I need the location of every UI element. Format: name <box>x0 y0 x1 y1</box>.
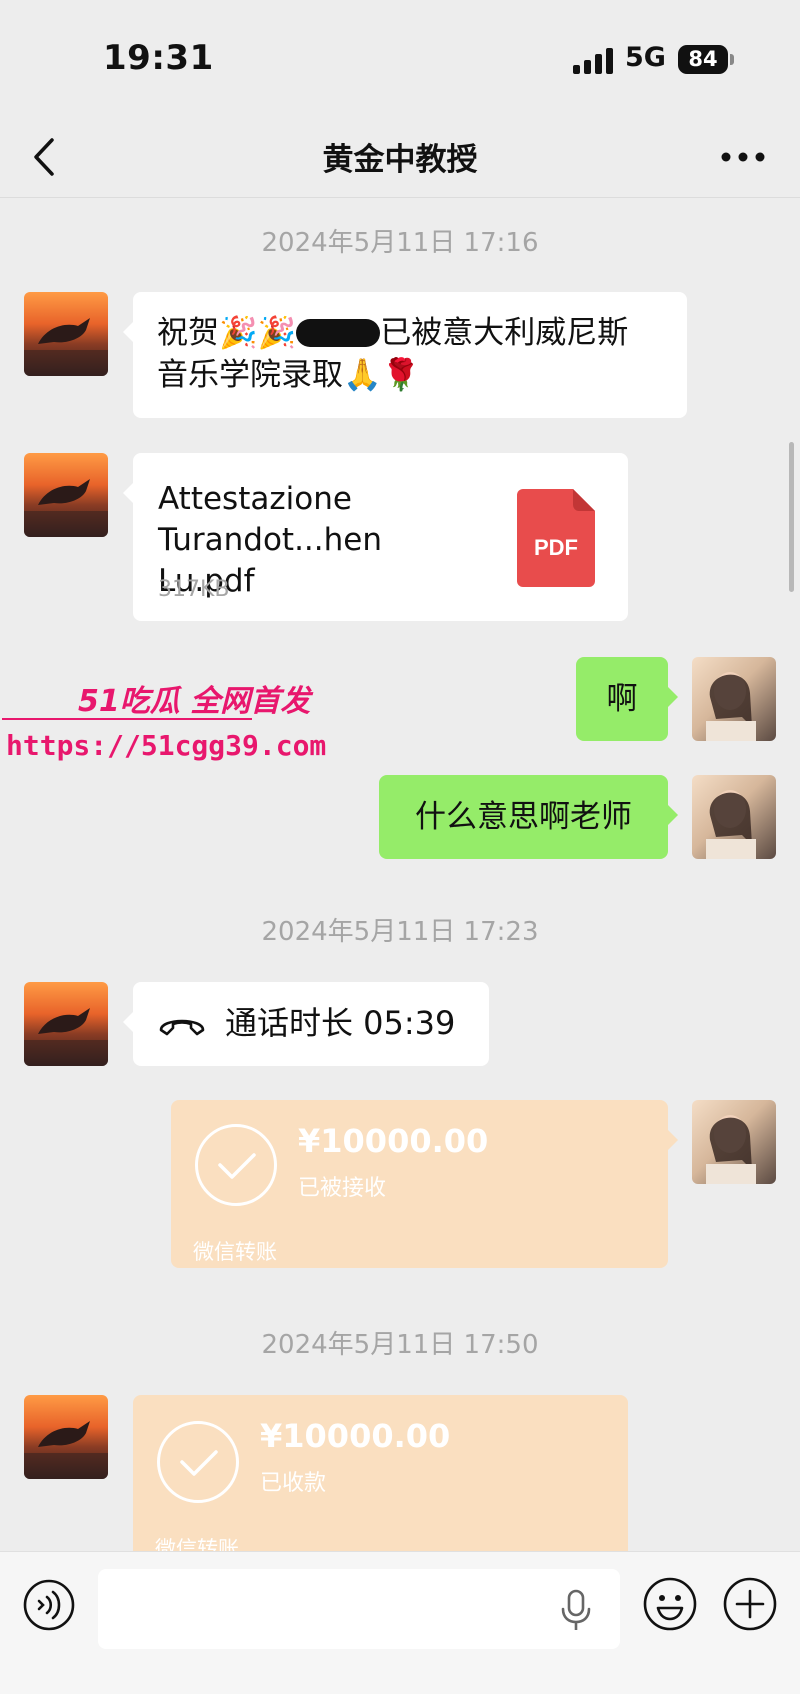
message-bubble-self[interactable]: 什么意思啊老师 <box>379 775 678 859</box>
emoji-icon <box>643 1577 697 1631</box>
mic-button[interactable] <box>558 1588 594 1632</box>
status-bar: 19:31 5G 84 <box>0 0 800 120</box>
avatar-self[interactable] <box>692 657 776 741</box>
avatar-self[interactable] <box>692 775 776 859</box>
message-bubble-self[interactable]: 啊 <box>576 657 678 741</box>
file-size: 317KB <box>158 577 230 602</box>
message-input[interactable] <box>98 1569 620 1649</box>
voice-toggle-button[interactable] <box>22 1578 76 1632</box>
transfer-card-received[interactable]: ¥10000.00 已收款 微信转账 <box>133 1395 628 1551</box>
message-bubble-congrats[interactable]: 祝贺🎉🎉 已被意大利威尼斯 音乐学院录取🙏🌹 <box>123 292 687 418</box>
self-avatar-icon <box>706 790 756 859</box>
phone-icon <box>159 1019 205 1036</box>
more-actions-button[interactable] <box>722 1576 778 1632</box>
avatar-professor[interactable] <box>24 1395 108 1479</box>
redaction-mark <box>296 319 381 347</box>
message-text: 祝贺🎉🎉 已被意大利威尼斯 <box>157 315 629 351</box>
whale-avatar-icon <box>24 1008 108 1066</box>
file-message[interactable]: Attestazione Turandot...hen Lu.pdf 317KB… <box>123 453 628 621</box>
watermark-brand: 51吃瓜 全网首发 <box>78 684 311 719</box>
watermark-divider <box>2 718 252 720</box>
timestamp: 2024年5月11日 17:16 <box>261 228 539 258</box>
input-bar <box>0 1551 800 1694</box>
transfer-label: 微信转账 <box>193 1240 277 1264</box>
transfer-status: 已收款 <box>260 1471 327 1496</box>
battery-tip <box>730 54 734 65</box>
signal-icon <box>573 46 613 74</box>
plus-icon <box>723 1577 777 1631</box>
mic-icon <box>561 1589 591 1630</box>
transfer-status: 已被接收 <box>298 1176 387 1201</box>
whale-avatar-icon <box>24 1421 108 1479</box>
more-button[interactable] <box>718 142 768 172</box>
watermark-url: https://51cgg39.com <box>6 729 327 762</box>
transfer-amount: ¥10000.00 <box>260 1417 451 1455</box>
self-avatar-icon <box>706 672 756 741</box>
more-icon <box>721 152 765 162</box>
check-icon <box>195 1124 277 1206</box>
call-duration: 通话时长 05:39 <box>225 1004 456 1042</box>
chat-header: 黄金中教授 <box>0 120 800 198</box>
timestamp: 2024年5月11日 17:23 <box>261 917 539 947</box>
chat-title: 黄金中教授 <box>322 142 478 178</box>
emoji-button[interactable] <box>642 1576 698 1632</box>
check-icon <box>157 1421 239 1503</box>
timestamp: 2024年5月11日 17:50 <box>261 1330 539 1360</box>
battery-icon: 84 <box>678 45 728 74</box>
network-type: 5G <box>625 42 666 73</box>
transfer-label: 微信转账 <box>155 1537 239 1551</box>
voice-icon <box>23 1579 75 1631</box>
avatar-self[interactable] <box>692 1100 776 1184</box>
message-text-line2: 音乐学院录取🙏🌹 <box>157 357 421 393</box>
pdf-badge: PDF <box>534 535 578 560</box>
avatar-professor[interactable] <box>24 453 108 537</box>
avatar-professor[interactable] <box>24 292 108 376</box>
self-avatar-icon <box>706 1115 756 1184</box>
whale-avatar-icon <box>24 479 108 537</box>
avatar-professor[interactable] <box>24 982 108 1066</box>
call-record-message[interactable]: 通话时长 05:39 <box>123 982 489 1066</box>
status-time: 19:31 <box>103 38 214 78</box>
whale-avatar-icon <box>24 318 108 376</box>
scrollbar[interactable] <box>789 442 794 592</box>
pdf-icon: PDF <box>517 489 595 587</box>
transfer-amount: ¥10000.00 <box>298 1122 489 1160</box>
transfer-card-sent[interactable]: ¥10000.00 已被接收 微信转账 <box>171 1100 678 1268</box>
